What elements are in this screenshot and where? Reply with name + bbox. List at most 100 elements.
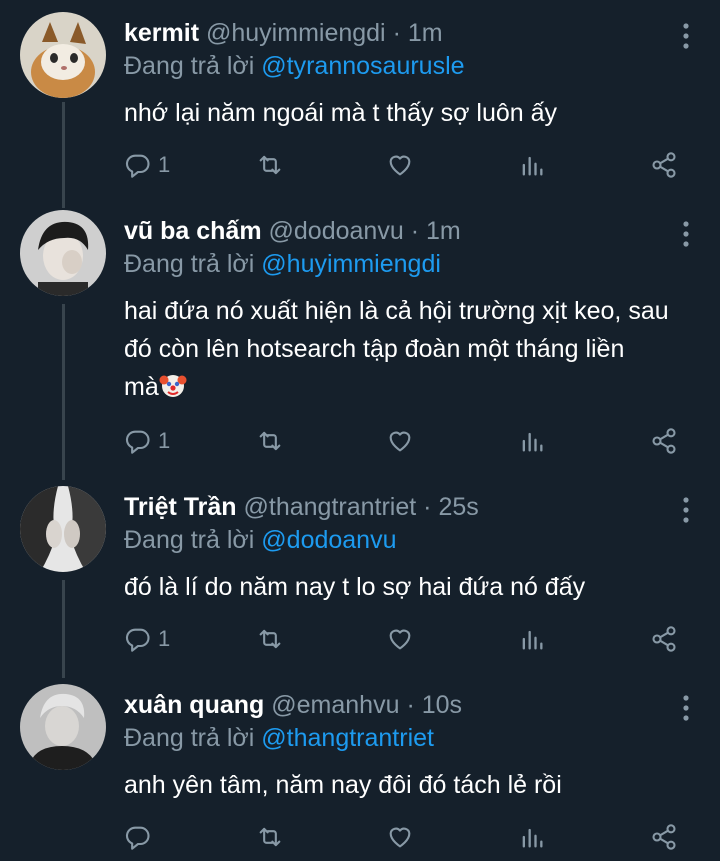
share-icon — [652, 428, 676, 454]
like-icon — [389, 155, 411, 176]
mention-link[interactable]: @dodoanvu — [261, 526, 396, 554]
analytics-button[interactable] — [518, 820, 546, 854]
separator-dot: · — [406, 691, 415, 719]
separator-dot: · — [423, 493, 432, 521]
timestamp[interactable]: 10s — [422, 691, 462, 719]
person-avatar-image — [20, 684, 106, 770]
like-button[interactable] — [386, 622, 414, 656]
like-icon — [389, 431, 411, 452]
reply-button[interactable] — [124, 820, 158, 854]
more-options-button[interactable] — [682, 694, 690, 722]
reply-icon — [125, 628, 150, 652]
replying-prefix: Đang trả lời — [124, 52, 262, 80]
replying-prefix: Đang trả lời — [124, 526, 262, 554]
mention-link[interactable]: @huyimmiengdi — [261, 250, 441, 278]
user-handle[interactable]: @emanhvu — [271, 691, 399, 719]
reply-button[interactable]: 1 — [124, 622, 170, 656]
action-bar — [124, 820, 684, 854]
user-handle[interactable]: @dodoanvu — [269, 217, 404, 245]
analytics-button[interactable] — [518, 424, 546, 458]
display-name[interactable]: kermit — [124, 19, 199, 47]
retweet-icon — [259, 629, 281, 649]
more-options-button[interactable] — [682, 220, 690, 248]
action-bar: 1 — [124, 622, 684, 656]
tweet[interactable]: xuân quang @emanhvu · 10s Đang trả lời @… — [0, 672, 720, 861]
replying-prefix: Đang trả lời — [124, 250, 262, 278]
avatar[interactable] — [20, 486, 106, 572]
display-name[interactable]: vũ ba chấm — [124, 217, 262, 245]
user-handle[interactable]: @huyimmiengdi — [206, 19, 386, 47]
more-icon — [683, 23, 689, 49]
share-button[interactable] — [650, 622, 678, 656]
tweet-text-line: hai đứa nó xuất hiện là cả hội trường xị… — [124, 297, 669, 325]
share-icon — [652, 152, 676, 178]
retweet-button[interactable] — [256, 622, 284, 656]
replying-to: Đang trả lời @tyrannosaurusle — [124, 50, 700, 82]
tweet-text-line-last: mà — [124, 368, 699, 406]
reply-icon — [125, 154, 150, 178]
avatar[interactable] — [20, 12, 106, 98]
analytics-button[interactable] — [518, 622, 546, 656]
couple-avatar-image — [20, 486, 106, 572]
display-name[interactable]: xuân quang — [124, 691, 264, 719]
tweet-text-fragment: mà — [124, 373, 159, 401]
tweet[interactable]: kermit @huyimmiengdi · 1m Đang trả lời @… — [0, 0, 720, 200]
more-icon — [683, 221, 689, 247]
tweet-text: hai đứa nó xuất hiện là cả hội trường xị… — [124, 292, 699, 406]
clown-emoji — [159, 375, 187, 397]
share-icon — [652, 626, 676, 652]
more-options-button[interactable] — [682, 496, 690, 524]
tweet[interactable]: Triệt Trần @thangtrantriet · 25s Đang tr… — [0, 474, 720, 674]
retweet-icon — [259, 827, 281, 847]
reply-button[interactable]: 1 — [124, 424, 170, 458]
reply-icon — [125, 430, 150, 454]
display-name[interactable]: Triệt Trần — [124, 493, 237, 521]
more-icon — [683, 695, 689, 721]
mention-link[interactable]: @thangtrantriet — [261, 724, 434, 752]
retweet-button[interactable] — [256, 148, 284, 182]
like-icon — [389, 827, 411, 848]
person-avatar-image — [20, 210, 106, 296]
analytics-button[interactable] — [518, 148, 546, 182]
share-button[interactable] — [650, 424, 678, 458]
more-options-button[interactable] — [682, 22, 690, 50]
share-button[interactable] — [650, 820, 678, 854]
reply-count: 1 — [158, 626, 171, 651]
like-button[interactable] — [386, 820, 414, 854]
avatar[interactable] — [20, 210, 106, 296]
tweet[interactable]: vũ ba chấm @dodoanvu · 1m Đang trả lời @… — [0, 198, 720, 478]
retweet-button[interactable] — [256, 424, 284, 458]
reply-count: 1 — [158, 428, 171, 453]
reply-button[interactable]: 1 — [124, 148, 170, 182]
mention-link[interactable]: @tyrannosaurusle — [261, 52, 464, 80]
more-icon — [683, 497, 689, 523]
retweet-icon — [259, 431, 281, 451]
share-button[interactable] — [650, 148, 678, 182]
analytics-icon — [522, 156, 543, 176]
timestamp[interactable]: 25s — [438, 493, 478, 521]
reply-count: 1 — [158, 152, 171, 177]
like-button[interactable] — [386, 148, 414, 182]
replying-to: Đang trả lời @thangtrantriet — [124, 722, 700, 754]
like-icon — [389, 629, 411, 650]
replying-prefix: Đang trả lời — [124, 724, 262, 752]
cat-avatar-image — [20, 12, 106, 98]
separator-dot: · — [392, 19, 401, 47]
retweet-button[interactable] — [256, 820, 284, 854]
action-bar: 1 — [124, 148, 684, 182]
tweet-text: nhớ lại năm ngoái mà t thấy sợ luôn ấy — [124, 99, 558, 127]
tweet-text-line: đó còn lên hotsearch tập đoàn một tháng … — [124, 335, 625, 363]
analytics-icon — [522, 828, 543, 848]
like-button[interactable] — [386, 424, 414, 458]
user-handle[interactable]: @thangtrantriet — [244, 493, 417, 521]
replying-to: Đang trả lời @dodoanvu — [124, 524, 700, 556]
analytics-icon — [522, 630, 543, 650]
action-bar: 1 — [124, 424, 684, 458]
timestamp[interactable]: 1m — [426, 217, 461, 245]
analytics-icon — [522, 432, 543, 452]
separator-dot: · — [410, 217, 420, 245]
replying-to: Đang trả lời @huyimmiengdi — [124, 248, 700, 280]
share-icon — [652, 824, 676, 850]
timestamp[interactable]: 1m — [408, 19, 443, 47]
avatar[interactable] — [20, 684, 106, 770]
